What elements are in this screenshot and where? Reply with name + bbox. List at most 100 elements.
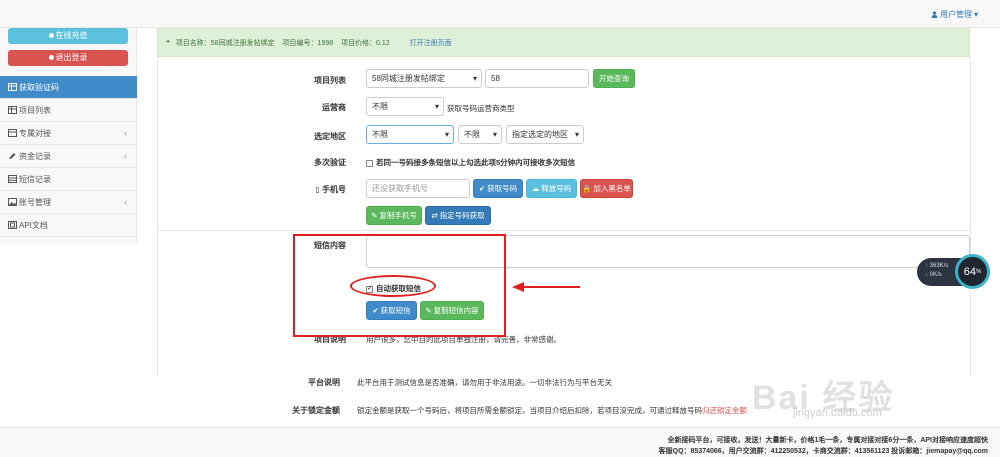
project-info-alert: ❝ 项目名称：58同城注册发帖绑定 项目编号：1998 项目价格：0.12 打开注… (157, 28, 970, 57)
platform-desc-label: 平台说明 (308, 378, 340, 387)
film-icon (8, 221, 17, 229)
circle-icon (48, 55, 54, 61)
upload-speed: 363K/s (929, 263, 949, 269)
sidebar-item-sms-records[interactable]: 短信记录 (0, 168, 137, 191)
sidebar-item-label: 项目列表 (19, 105, 51, 115)
sidebar-item-label: 获取验证码 (19, 82, 59, 92)
lock-amount-label: 关于锁定金额 (292, 406, 340, 415)
multi-verify-checkbox[interactable] (366, 159, 373, 167)
project-name: 项目名称：58同城注册发帖绑定 (175, 40, 275, 47)
phone-placeholder: 还没获取手机号 (372, 184, 428, 193)
gauge-percent: 64 (963, 265, 976, 278)
blacklist-button[interactable]: 🔒 加入黑名单 (580, 179, 633, 198)
sidebar-item-account[interactable]: 账号管理 ‹ (0, 191, 137, 214)
region-select-province-value: 不限 (372, 130, 388, 139)
mobile-icon: ▯ (315, 185, 320, 194)
lock-amount-desc: 锁定金额是获取一个号码后，将项目所需金额锁定，当项目介绍后扣除，若项目没完成，可… (357, 406, 702, 415)
carrier-select[interactable]: 不限 (366, 97, 444, 116)
check-icon: ✔ (478, 184, 486, 193)
multi-verify-hint: 若同一号码接多条短信以上勾选此项5分钟内可接收多次短信 (376, 158, 576, 167)
memory-gauge[interactable]: 64% (955, 254, 990, 289)
footer-line-2: 客服QQ：85374066，用户交流群：412250532，卡商交流群：4135… (658, 448, 988, 455)
table-icon (8, 129, 17, 137)
lock-icon: 🔒 (582, 184, 592, 193)
logout-button[interactable]: 退出登录 (8, 50, 128, 66)
grid-icon (8, 83, 17, 91)
gauge-percent-unit: % (975, 268, 982, 275)
project-code-input[interactable]: 58 (485, 69, 589, 88)
phone-number-input[interactable]: 还没获取手机号 (366, 179, 470, 198)
edit-icon: ✎ (371, 211, 378, 220)
baidu-watermark-url: jingyan.baidu.com (793, 407, 882, 419)
multi-verify-checkbox-row[interactable]: 若同一号码接多条短信以上勾选此项5分钟内可接收多次短信 (366, 157, 575, 168)
caret-down-icon: ▾ (973, 10, 978, 19)
user-menu-label: 用户管理 (939, 10, 972, 19)
sidebar-item-label: 专属对接 (19, 128, 51, 138)
carrier-select-value: 不限 (372, 102, 388, 111)
get-number-label: 获取号码 (487, 184, 518, 193)
sidebar-item-label: 账号管理 (19, 197, 51, 207)
sidebar-nav: 获取验证码 项目列表 专属对接 ‹ 资金记录 ‹ 短信记录 账号管理 ‹ API文档 (0, 76, 137, 237)
table-icon (8, 175, 17, 183)
project-select[interactable]: 58同城注册发帖绑定 (366, 69, 482, 88)
download-speed: 0K/s (929, 272, 942, 278)
copy-phone-label: 复制手机号 (379, 211, 417, 220)
quote-icon: ❝ (166, 40, 170, 47)
chevron-left-icon: ‹ (124, 128, 127, 138)
upload-arrow-icon: ↑ (925, 263, 928, 269)
user-menu-dropdown[interactable]: 用户管理 ▾ (931, 9, 978, 20)
carrier-hint: 获取号码运营商类型 (447, 104, 515, 113)
swap-icon: ⇄ (431, 211, 438, 220)
region-select-mode[interactable]: 指定选定的地区 (506, 125, 584, 144)
panel-border-right (970, 57, 971, 377)
download-arrow-icon: ↓ (925, 272, 928, 278)
footer-line-1: 全新接码平台，可接收，发送！大量新卡，价格1毛一条，专属对接对接6分一条，API… (667, 437, 988, 444)
return-lock-link[interactable]: 归还锁定金额 (702, 406, 747, 415)
sidebar-item-label: 短信记录 (19, 174, 51, 184)
pencil-icon (8, 152, 17, 160)
sidebar-item-get-code[interactable]: 获取验证码 (0, 76, 137, 99)
release-number-label: 释放号码 (541, 184, 572, 193)
phone-label-text: 手机号 (322, 185, 346, 194)
sidebar-item-project-list[interactable]: 项目列表 (0, 99, 137, 122)
project-code-value: 58 (491, 74, 500, 83)
region-select-province[interactable]: 不限 (366, 125, 454, 144)
sidebar-item-label: API文档 (19, 220, 48, 230)
start-query-button[interactable]: 开始查询 (593, 69, 635, 88)
annotation-arrow (512, 282, 580, 292)
circle-icon (48, 33, 54, 39)
multi-verify-label: 多次验证 (314, 158, 346, 167)
sidebar: 在线充值 退出登录 获取验证码 项目列表 专属对接 ‹ 资金记录 ‹ 短信记录 账号… (0, 28, 137, 243)
sidebar-item-dedicated[interactable]: 专属对接 ‹ (0, 122, 137, 145)
cloud-icon: ☁ (531, 184, 540, 193)
project-id: 项目编号：1998 (282, 40, 334, 47)
recharge-label: 在线充值 (55, 31, 88, 40)
region-select-mode-value: 指定选定的地区 (512, 130, 568, 139)
get-number-button[interactable]: ✔ 获取号码 (473, 179, 523, 198)
region-select-city[interactable]: 不限 (458, 125, 502, 144)
open-register-page-link[interactable]: 打开注册页面 (410, 40, 452, 47)
sidebar-item-funds[interactable]: 资金记录 ‹ (0, 145, 137, 168)
sidebar-item-label: 资金记录 (19, 151, 51, 161)
blacklist-label: 加入黑名单 (593, 184, 631, 193)
release-number-button[interactable]: ☁ 释放号码 (526, 179, 577, 198)
recharge-button[interactable]: 在线充值 (8, 28, 128, 44)
table-icon (8, 106, 17, 114)
specify-number-label: 指定号码获取 (439, 211, 485, 220)
chevron-left-icon: ‹ (124, 151, 127, 161)
annotation-ellipse (350, 275, 436, 297)
footer: 全新接码平台，可接收，发送！大量新卡，价格1毛一条，专属对接对接6分一条，API… (0, 427, 1000, 457)
phone-label: ▯ 手机号 (256, 184, 346, 195)
project-price: 项目价格：0.12 (341, 40, 390, 47)
picture-icon (8, 198, 17, 206)
region-label: 选定地区 (314, 132, 346, 141)
copy-phone-button[interactable]: ✎ 复制手机号 (366, 206, 422, 225)
specify-number-button[interactable]: ⇄ 指定号码获取 (425, 206, 491, 225)
panel-border-left (157, 57, 158, 377)
sidebar-item-api[interactable]: API文档 (0, 214, 137, 237)
region-select-city-value: 不限 (464, 130, 480, 139)
chevron-left-icon: ‹ (124, 197, 127, 207)
project-list-label: 项目列表 (314, 76, 346, 85)
user-icon (931, 11, 938, 18)
start-query-label: 开始查询 (599, 74, 629, 83)
